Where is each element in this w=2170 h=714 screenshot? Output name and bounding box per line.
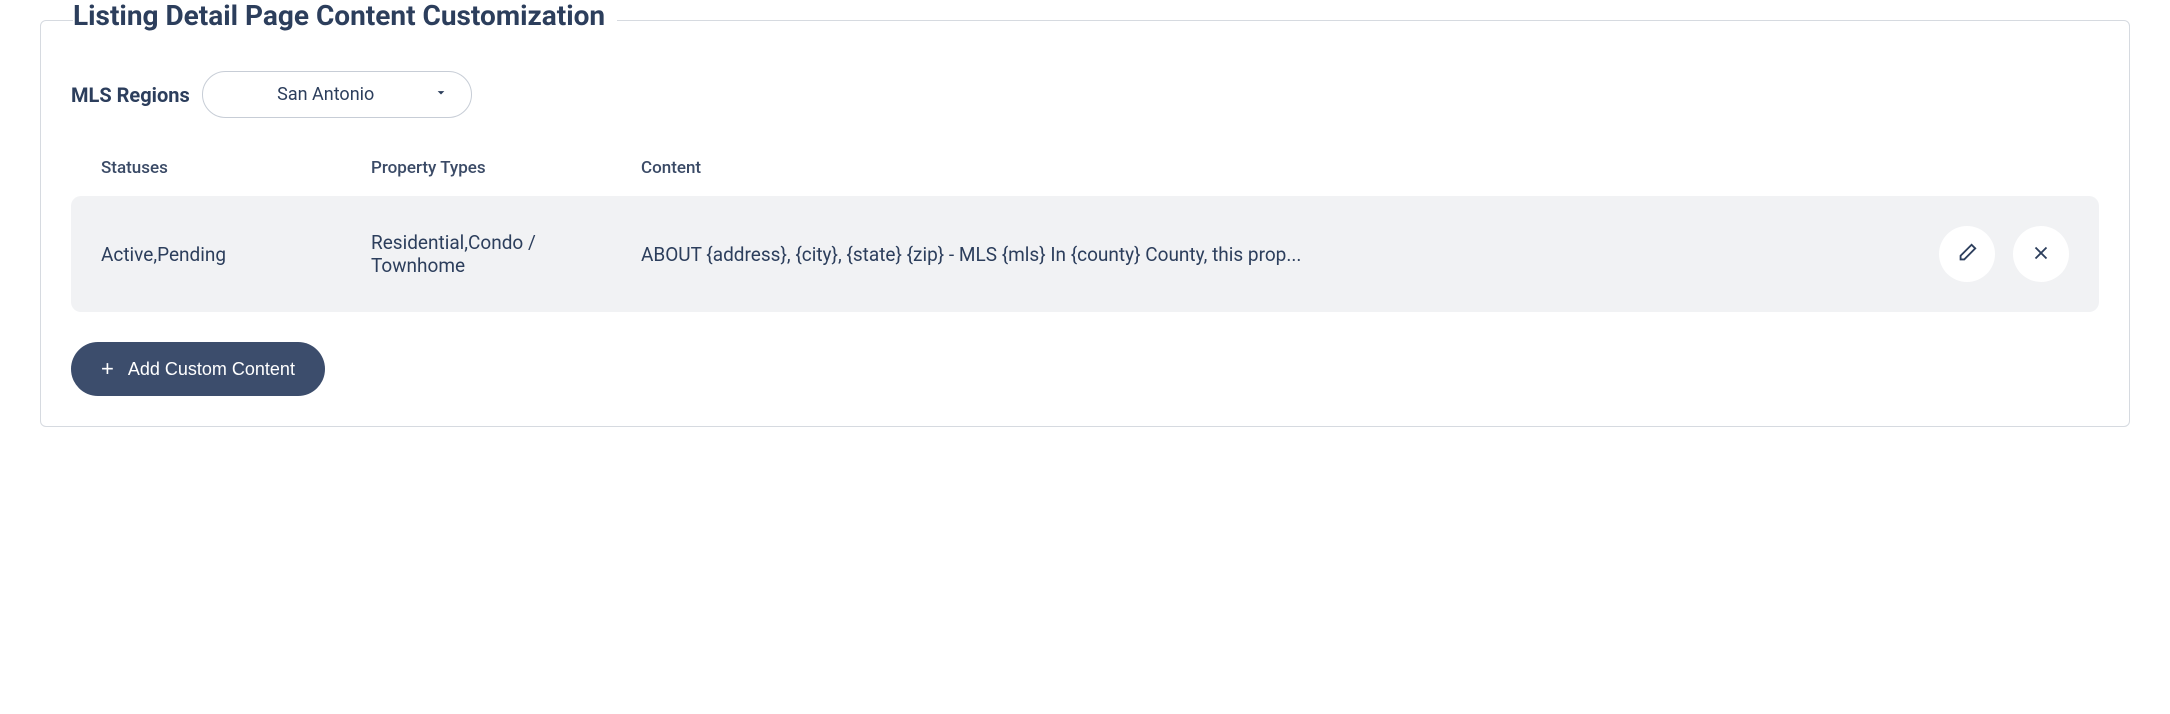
cell-content: ABOUT {address}, {city}, {state} {zip} -… bbox=[641, 243, 1929, 266]
pencil-icon bbox=[1956, 242, 1978, 267]
cell-statuses: Active,Pending bbox=[101, 243, 371, 266]
mls-region-select[interactable]: San Antonio bbox=[202, 71, 472, 118]
header-statuses: Statuses bbox=[101, 158, 371, 178]
edit-button[interactable] bbox=[1939, 226, 1995, 282]
header-content: Content bbox=[641, 158, 1929, 178]
fieldset-title: Listing Detail Page Content Customizatio… bbox=[73, 0, 617, 32]
close-icon bbox=[2030, 242, 2052, 267]
row-actions bbox=[1929, 226, 2069, 282]
header-property-types: Property Types bbox=[371, 158, 641, 178]
mls-region-selected-value: San Antonio bbox=[277, 84, 374, 105]
plus-icon: + bbox=[101, 358, 114, 380]
add-custom-content-button[interactable]: + Add Custom Content bbox=[71, 342, 325, 396]
cell-property-types: Residential,Condo / Townhome bbox=[371, 231, 641, 277]
mls-regions-label: MLS Regions bbox=[71, 83, 190, 107]
delete-button[interactable] bbox=[2013, 226, 2069, 282]
mls-region-row: MLS Regions San Antonio bbox=[71, 71, 2099, 118]
table-header-row: Statuses Property Types Content bbox=[71, 158, 2099, 196]
add-button-label: Add Custom Content bbox=[128, 359, 295, 380]
table-row: Active,Pending Residential,Condo / Townh… bbox=[71, 196, 2099, 312]
content-customization-fieldset: Listing Detail Page Content Customizatio… bbox=[40, 20, 2130, 427]
caret-down-icon bbox=[433, 84, 449, 105]
